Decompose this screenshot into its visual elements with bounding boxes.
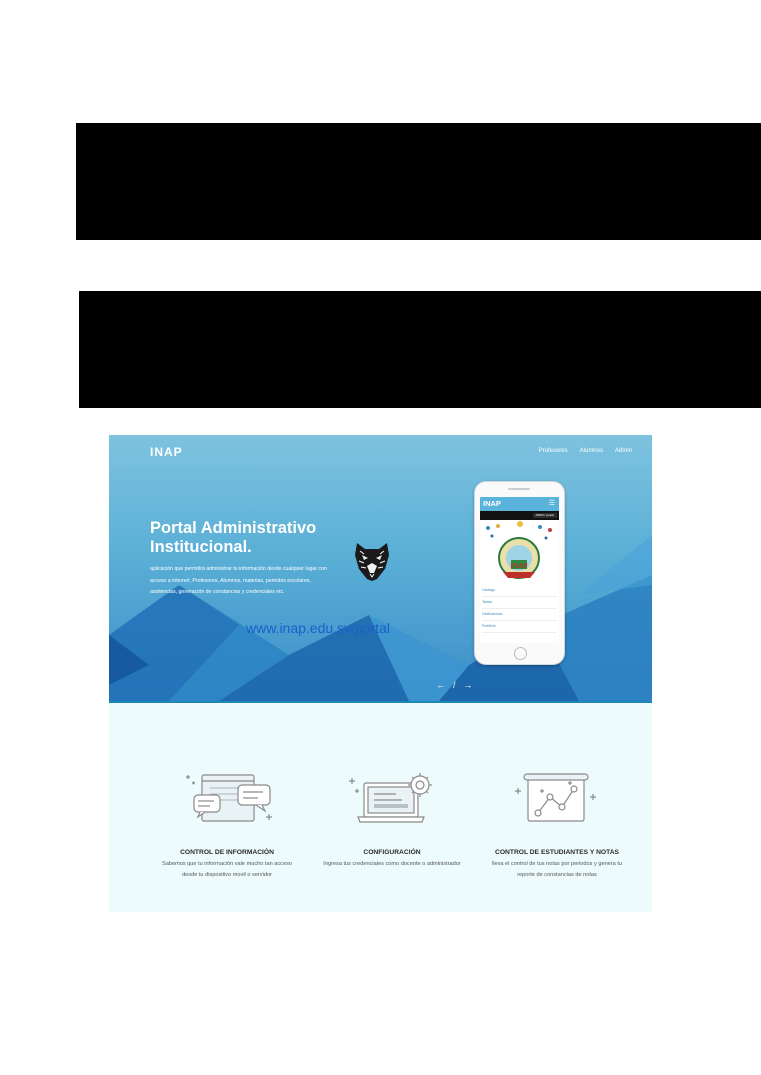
carousel-controls: ← / → (436, 680, 473, 690)
phone-user-button[interactable]: ADMIN / usuario (532, 513, 557, 518)
features-section: CONTROL DE INFORMACIÓN Sabemos que tu in… (109, 703, 652, 912)
feature-title: CONFIGURACIÓN (363, 849, 421, 856)
phone-menu-item[interactable]: Tareas (482, 597, 557, 609)
laptop-gear-icon (349, 773, 432, 823)
portal-url-link[interactable]: www.inap.edu.sv/portal (246, 620, 390, 636)
site-logo[interactable]: INAP (150, 445, 183, 459)
feature-control-estudiantes: CONTROL DE ESTUDIANTES Y NOTAS lleva el … (487, 849, 627, 881)
nav-alumnos[interactable]: Alumnos (580, 448, 603, 454)
school-emblem-image: INAP (480, 520, 559, 582)
menu-icon[interactable]: ☰ (549, 500, 555, 507)
redaction-block-top (76, 123, 761, 240)
feature-title: CONTROL DE INFORMACIÓN (180, 849, 274, 856)
feature-description: Ingresa tus credenciales como docente o … (323, 861, 461, 867)
redaction-block-middle (79, 291, 761, 408)
phone-screen: INAP ☰ ADMIN / usuario INAP Catálogo Tar… (480, 497, 559, 643)
carousel-divider: / (453, 680, 456, 690)
phone-app-logo: INAP (483, 499, 501, 508)
feature-description: Sabemos que tu información vale mucho ta… (162, 861, 292, 878)
top-nav: Profesores Alumnos Admin (539, 448, 632, 454)
phone-app-bar: INAP ☰ (480, 497, 559, 511)
arrow-right-icon[interactable]: → (464, 680, 473, 690)
phone-mockup: INAP ☰ ADMIN / usuario INAP Catálogo Tar… (474, 481, 565, 665)
feature-title: CONTROL DE ESTUDIANTES Y NOTAS (495, 849, 619, 856)
arrow-left-icon[interactable]: ← (436, 680, 445, 690)
chart-board-icon (515, 773, 596, 822)
tiger-mascot-icon (351, 539, 393, 588)
phone-user-bar: ADMIN / usuario (480, 511, 559, 520)
phone-home-button (514, 647, 527, 660)
phone-menu-item[interactable]: Perfil/Info (482, 621, 557, 633)
feature-configuracion: CONFIGURACIÓN Ingresa tus credenciales c… (322, 849, 462, 870)
phone-menu-item[interactable]: Catálogo (482, 585, 557, 597)
phone-menu-list: Catálogo Tareas Calificaciones Perfil/In… (480, 582, 559, 636)
svg-text:INAP: INAP (510, 562, 528, 570)
phone-menu-item[interactable]: Calificaciones (482, 609, 557, 621)
nav-profesores[interactable]: Profesores (539, 448, 568, 454)
phone-speaker (508, 488, 530, 490)
hero-section: INAP Profesores Alumnos Admin Portal Adm… (109, 435, 652, 701)
chat-window-icon (186, 774, 272, 822)
hero-description: aplicación que permitirá administrar tu … (150, 566, 327, 595)
hero-title: Portal Administrativo Institucional. (150, 519, 317, 556)
feature-control-informacion: CONTROL DE INFORMACIÓN Sabemos que tu in… (157, 849, 297, 881)
feature-description: lleva el control de tus notas por period… (492, 861, 622, 878)
nav-admin[interactable]: Admin (615, 448, 632, 454)
website-screenshot: INAP Profesores Alumnos Admin Portal Adm… (109, 435, 652, 912)
